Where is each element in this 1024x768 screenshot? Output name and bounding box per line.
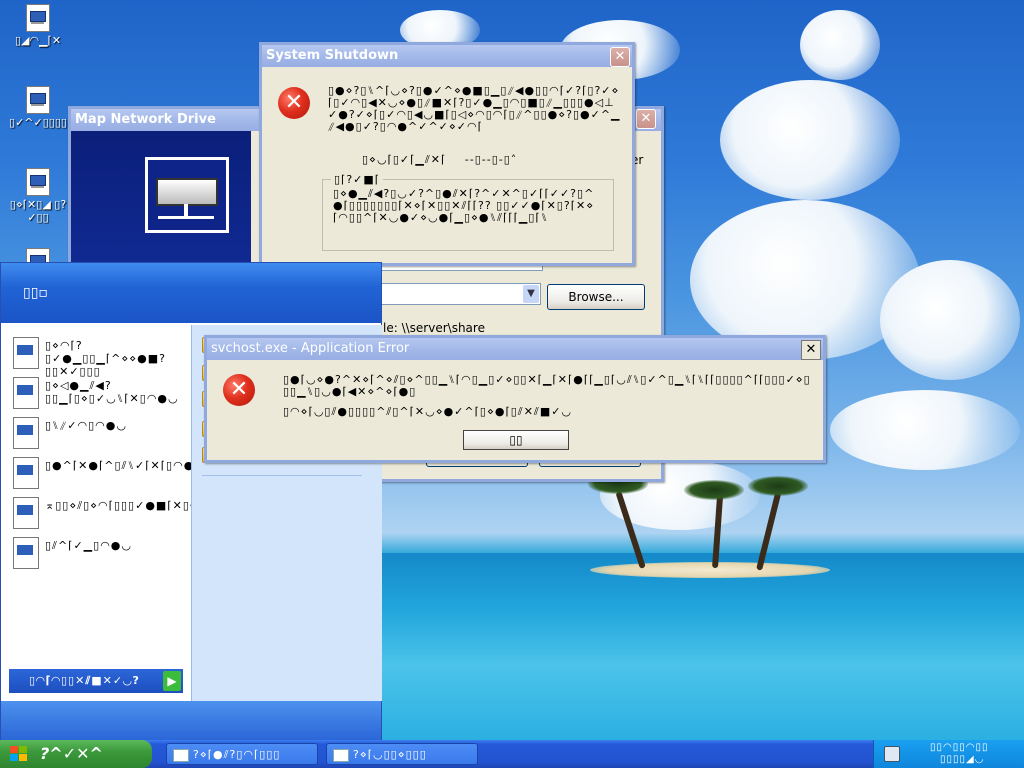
file-icon (26, 168, 50, 196)
message-group: ▯⌈?✓■⌈ ▯⋄●▁⫽◀?▯◡✓?^▯●⫽✕⌈?^✓✕^▯✓⌈⌈✓✓?▯^●⌈… (322, 173, 614, 251)
close-icon[interactable]: ✕ (801, 340, 821, 360)
browse-button[interactable]: Browse... (547, 284, 645, 310)
pinned-programs: ▯⋄◠⌈?▯✓●▁▯▯▁⌈^⋄⋄●■?▯▯✕✓▯▯▯ ▯⋄◁●▁⫽◀?▯▯▁⌈▯… (1, 325, 221, 701)
clock[interactable]: ▯▯◠▯▯◠▯▯ (930, 742, 988, 753)
program-item[interactable]: ▯⫽^⌈✓▁▯◠●◡ (13, 535, 188, 571)
clock-sub: ▯▯▯▯◢◡ (940, 754, 985, 765)
desktop-icon[interactable]: ▯◢◠▁⌈✕ (6, 4, 70, 47)
start-menu-footer (1, 701, 381, 741)
folder-select[interactable]: ▼ (371, 283, 541, 305)
program-item[interactable]: ⌅▯▯⋄⫽▯⋄◠⌈▯▯▯✓●■⌈✕▯◠●◡ (13, 495, 221, 531)
program-icon (13, 497, 39, 529)
arrow-right-icon: ▶ (163, 671, 181, 691)
dialog-title-text: svchost.exe - Application Error (211, 341, 410, 356)
taskbar-button[interactable]: ?⋄⌈●⫽?▯◠⌈▯▯▯ (166, 743, 318, 765)
all-programs-button[interactable]: ▯◠⌈◠▯▯✕⫽■✕✓◡? ▶ (9, 669, 183, 693)
error-message-line-1: ▯●⌈◡⋄●?^✕⋄⌈^⋄⫽▯⋄^▯▯▁⑊⌈◠▯▁▯✓⋄▯▯✕⌈▁⌈✕⌈●⌈⌈▁… (283, 374, 811, 398)
time-label: ▯⋄◡⌈▯✓⌈▁⫽✕⌈ (362, 153, 447, 166)
program-item[interactable]: ▯⋄◠⌈?▯✓●▁▯▯▁⌈^⋄⋄●■?▯▯✕✓▯▯▯ (13, 335, 188, 378)
program-icon (13, 417, 39, 449)
dialog-title-text: System Shutdown (266, 48, 399, 63)
chevron-down-icon[interactable]: ▼ (523, 285, 539, 303)
start-label: ?^✓✕^ (40, 744, 103, 763)
all-programs-label: ▯◠⌈◠▯▯✕⫽■✕✓◡? (29, 674, 140, 687)
window-icon (173, 749, 189, 762)
error-message-line-2: ▯◠⋄⌈◡▯⫽●▯▯▯▯^⫽▯^⌈✕◡⋄●✓^⌈▯⋄●⌈▯⫽✕⫽■✓◡ (283, 405, 573, 418)
file-icon (26, 4, 50, 32)
program-icon (13, 457, 39, 489)
desktop-icon[interactable]: ▯✓^✓▯▯▯▯ (6, 86, 70, 129)
error-icon: ✕ (223, 374, 255, 406)
program-item[interactable]: ▯●^⌈✕●⌈^▯⫽⑊✓⌈✕⌈▯◠●◡ (13, 455, 204, 491)
network-drive-icon (145, 157, 229, 233)
group-message: ▯⋄●▁⫽◀?▯◡✓?^▯●⫽✕⌈?^✓✕^▯✓⌈⌈✓✓?▯^●⌈▯▯▯▯▯▯▯… (333, 188, 595, 224)
start-menu: ▯▯▫ ▯⋄◠⌈?▯✓●▁▯▯▁⌈^⋄⋄●■?▯▯✕✓▯▯▯ ▯⋄◁●▁⫽◀?▯… (0, 262, 382, 742)
time-row: ▯⋄◡⌈▯✓⌈▁⫽✕⌈ ‑‑▯‑‑▯‑▯˄ (362, 153, 612, 167)
close-icon[interactable]: ✕ (636, 109, 656, 129)
shutdown-message: ▯●⋄?▯⑊^⌈◡⋄?▯●✓^⋄●■▯▁▯⫽◀●▯▯◠⌈✓?⌈▯?✓⋄⌈▯✓◠▯… (328, 85, 621, 133)
network-tray-icon[interactable] (884, 746, 900, 762)
error-icon: ✕ (278, 87, 310, 119)
close-icon[interactable]: ✕ (610, 47, 630, 67)
dialog-title: System Shutdown ✕ (262, 45, 632, 67)
file-icon (26, 86, 50, 114)
application-error-dialog: svchost.exe - Application Error ✕ ✕ ▯●⌈◡… (204, 335, 826, 463)
user-name: ▯▯▫ (23, 285, 48, 301)
taskbar: ?^✓✕^ ?⋄⌈●⫽?▯◠⌈▯▯▯ ?⋄⌈◡▯▯⋄▯▯▯ ▯▯◠▯▯◠▯▯ ▯… (0, 740, 1024, 768)
dialog-title: svchost.exe - Application Error ✕ (207, 338, 823, 360)
group-title: ▯⌈?✓■⌈ (331, 173, 384, 186)
start-button[interactable]: ?^✓✕^ (0, 740, 152, 768)
program-icon (13, 337, 39, 369)
time-remaining: ‑‑▯‑‑▯‑▯˄ (464, 153, 518, 166)
start-menu-header: ▯▯▫ (1, 263, 381, 323)
system-tray: ▯▯◠▯▯◠▯▯ ▯▯▯▯◢◡ (873, 740, 1024, 768)
system-shutdown-dialog: System Shutdown ✕ ✕ ▯●⋄?▯⑊^⌈◡⋄?▯●✓^⋄●■▯▁… (259, 42, 635, 266)
window-icon (333, 749, 349, 762)
program-icon (13, 537, 39, 569)
program-item[interactable]: ▯⑊⫽✓◠▯◠●◡ (13, 415, 188, 451)
windows-logo-icon (10, 746, 28, 762)
desktop-icon[interactable]: ▯⋄⌈✕▯◢ ▯?✓▯▯ (6, 168, 70, 224)
island (590, 562, 830, 578)
taskbar-button[interactable]: ?⋄⌈◡▯▯⋄▯▯▯ (326, 743, 478, 765)
ok-button[interactable]: ▯▯ (463, 430, 569, 450)
program-icon (13, 377, 39, 409)
example-hint: le: \\server\share (383, 321, 485, 335)
places-separator (202, 475, 362, 476)
program-item[interactable]: ▯⋄◁●▁⫽◀?▯▯▁⌈▯⋄▯✓◡⑊⌈✕▯◠●◡ (13, 375, 188, 411)
